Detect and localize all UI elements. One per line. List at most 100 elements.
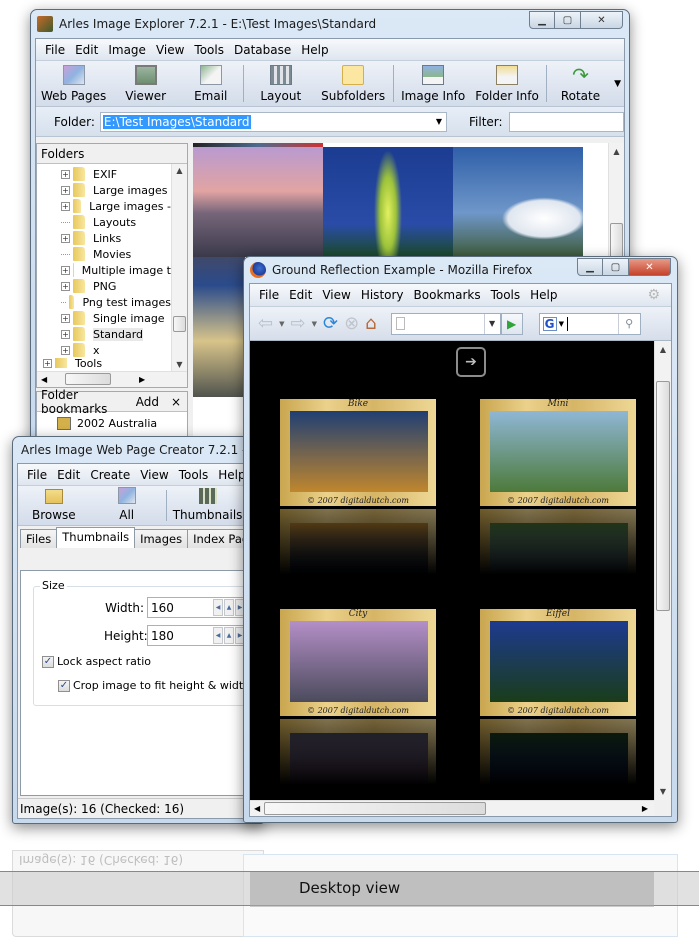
maximize-button[interactable]: ▢ [603,258,629,276]
up-down-icon[interactable]: ▲ [224,627,234,644]
tree-item[interactable]: + Single image [37,310,171,326]
menu-file[interactable]: File [254,288,284,302]
tab-images[interactable]: Images [134,529,189,548]
tree-item-tools[interactable]: + Tools [19,358,102,368]
minimize-button[interactable]: ▁ [577,258,603,276]
h-scroll-thumb[interactable] [65,373,111,385]
scroll-left-icon[interactable]: ◀ [254,804,260,813]
menu-create[interactable]: Create [85,468,135,482]
scroll-right-icon[interactable]: ▶ [139,375,145,384]
menu-file[interactable]: File [40,43,70,57]
scroll-thumb[interactable] [656,381,670,611]
next-arrow-button[interactable]: ➔ [456,347,486,377]
expand-icon[interactable]: + [61,329,70,339]
close-button[interactable]: ✕ [581,11,623,29]
add-bookmark-button[interactable]: Add [136,395,159,409]
expand-icon[interactable]: + [61,265,70,275]
menu-tools[interactable]: Tools [189,43,229,57]
tree-item[interactable]: + Large images [37,182,171,198]
url-history-chevron-icon[interactable]: ▼ [483,313,500,334]
web-pages-button[interactable]: Web Pages [36,65,111,106]
tab-files[interactable]: Files [20,529,58,548]
thumbnail-city-skyline[interactable] [193,147,323,257]
search-icon[interactable]: ⚲ [617,313,640,334]
tab-thumbnails[interactable]: Thumbnails [56,527,136,548]
gallery-thumbnail[interactable]: Mini © 2007 digitaldutch.com [480,399,636,506]
menu-view[interactable]: View [135,468,173,482]
expand-icon[interactable]: + [61,233,70,243]
url-bar[interactable]: ▼ [390,312,501,335]
menu-history[interactable]: History [356,288,409,302]
menu-edit[interactable]: Edit [284,288,317,302]
tree-item[interactable]: Png test images [37,294,171,310]
menu-image[interactable]: Image [103,43,151,57]
subfolders-button[interactable]: Subfolders [315,65,391,106]
layout-button[interactable]: Layout [246,65,315,106]
tree-item[interactable]: + EXIF [37,166,171,182]
search-bar[interactable]: G ▼ ⚲ [538,312,641,335]
creator-titlebar[interactable]: Arles Image Web Page Creator 7.2.1 - gro [13,437,263,463]
home-icon[interactable]: ⌂ [365,313,376,334]
search-input[interactable] [566,316,568,331]
h-scroll-thumb[interactable] [264,802,486,815]
chevron-down-icon[interactable]: ▼ [436,117,442,126]
lock-aspect-checkbox[interactable]: ✓ Lock aspect ratio [42,655,151,668]
google-engine-icon[interactable]: G [542,316,557,331]
scroll-up-icon[interactable]: ▲ [655,345,671,354]
browse-button[interactable]: Browse [18,489,90,525]
menu-help[interactable]: Help [296,43,333,57]
folders-horizontal-scrollbar[interactable]: ◀ ▶ [37,371,187,387]
menu-tools[interactable]: Tools [174,468,214,482]
tree-item[interactable]: + x [37,342,171,358]
tree-item[interactable]: + Links [37,230,171,246]
tree-item[interactable]: + PNG [37,278,171,294]
menu-file[interactable]: File [22,468,52,482]
menu-bookmarks[interactable]: Bookmarks [409,288,486,302]
thumbnail-mount-fuji[interactable] [453,147,583,257]
menu-view[interactable]: View [317,288,355,302]
scroll-down-icon[interactable]: ▼ [172,360,187,369]
folder-info-button[interactable]: Folder Info [470,65,544,106]
width-spinner[interactable]: 160 ◀ ▲ ▶ [147,597,247,618]
bookmark-item[interactable]: 2002 Australia [37,415,187,431]
menu-database[interactable]: Database [229,43,296,57]
thumbnails-button[interactable]: Thumbnails [169,488,247,525]
gallery-thumbnail[interactable]: City © 2007 digitaldutch.com [280,609,436,716]
forward-icon[interactable]: ⇨ [290,313,305,334]
go-button[interactable]: ▶ [500,312,523,335]
firefox-titlebar[interactable]: Ground Reflection Example - Mozilla Fire… [244,257,677,283]
expand-icon[interactable]: + [61,169,70,179]
close-button[interactable]: ✕ [629,258,671,276]
height-spinner[interactable]: 180 ◀ ▲ ▶ [147,625,247,646]
all-button[interactable]: All [90,487,164,525]
tree-item[interactable]: + Multiple image t [37,262,171,278]
expand-icon[interactable]: + [61,185,70,195]
maximize-button[interactable]: ▢ [555,11,581,29]
crop-image-checkbox[interactable]: ✓ Crop image to fit height & width [58,679,250,692]
scroll-up-icon[interactable]: ▲ [172,166,187,175]
tree-item[interactable]: Movies [37,246,171,262]
rotate-button[interactable]: ↷ Rotate [549,65,612,106]
menu-tools[interactable]: Tools [486,288,526,302]
thumbnail-eiffel-tower-night[interactable] [323,147,453,257]
minimize-button[interactable]: ▁ [529,11,555,29]
filter-input[interactable] [508,111,624,132]
menu-edit[interactable]: Edit [52,468,85,482]
viewer-button[interactable]: Viewer [111,65,180,106]
menu-edit[interactable]: Edit [70,43,103,57]
toolbar-overflow-chevron-icon[interactable]: ▼ [614,79,621,89]
scroll-down-icon[interactable]: ▼ [655,787,671,796]
up-down-icon[interactable]: ▲ [224,599,234,616]
email-button[interactable]: Email [180,65,241,106]
engine-chevron-icon[interactable]: ▼ [559,320,564,328]
expand-icon[interactable]: + [61,201,70,211]
forward-history-chevron-icon[interactable]: ▼ [312,320,317,328]
decrease-icon[interactable]: ◀ [213,599,223,616]
menu-help[interactable]: Help [525,288,562,302]
scroll-left-icon[interactable]: ◀ [41,375,47,384]
scroll-up-icon[interactable]: ▲ [609,147,624,156]
tree-item[interactable]: + Large images - [37,198,171,214]
explorer-titlebar[interactable]: Arles Image Explorer 7.2.1 - E:\Test Ima… [31,10,629,38]
folder-combobox[interactable]: E:\Test Images\Standard ▼ [99,111,448,132]
close-bookmarks-button[interactable]: × [171,395,181,409]
